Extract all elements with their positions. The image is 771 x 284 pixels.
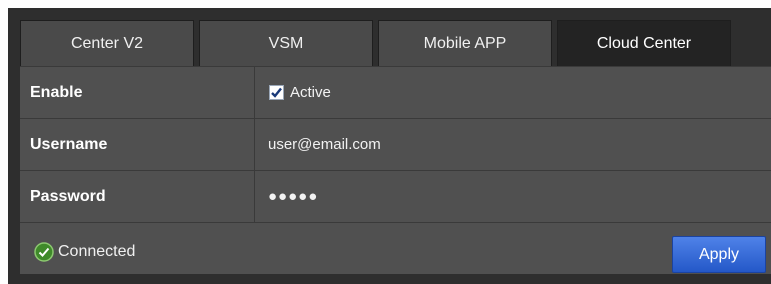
enable-row: Enable Active (20, 67, 771, 119)
username-label: Username (20, 119, 255, 170)
tab-vsm[interactable]: VSM (199, 20, 373, 66)
enable-value: Active (268, 67, 331, 118)
tab-center-v2[interactable]: Center V2 (20, 20, 194, 66)
tab-mobile-app[interactable]: Mobile APP (378, 20, 552, 66)
checkmark-icon (271, 87, 282, 98)
active-checkbox-label[interactable]: Active (290, 67, 331, 118)
settings-window: Center V2 VSM Mobile APP Cloud Center En… (8, 8, 771, 284)
username-row: Username user@email.com (20, 119, 771, 171)
check-circle-icon (34, 242, 54, 262)
password-field[interactable]: ●●●●● (268, 171, 318, 222)
password-row: Password ●●●●● (20, 171, 771, 223)
username-field[interactable]: user@email.com (268, 119, 381, 170)
active-checkbox[interactable] (269, 85, 284, 100)
tab-cloud-center[interactable]: Cloud Center (557, 20, 731, 66)
enable-label: Enable (20, 67, 255, 118)
connection-status: Connected (34, 242, 135, 262)
apply-button[interactable]: Apply (672, 236, 766, 273)
cloud-center-panel: Enable Active Username user@email.com Pa… (20, 66, 771, 274)
tab-bar: Center V2 VSM Mobile APP Cloud Center (20, 20, 736, 66)
password-label: Password (20, 171, 255, 222)
status-text: Connected (58, 243, 136, 260)
